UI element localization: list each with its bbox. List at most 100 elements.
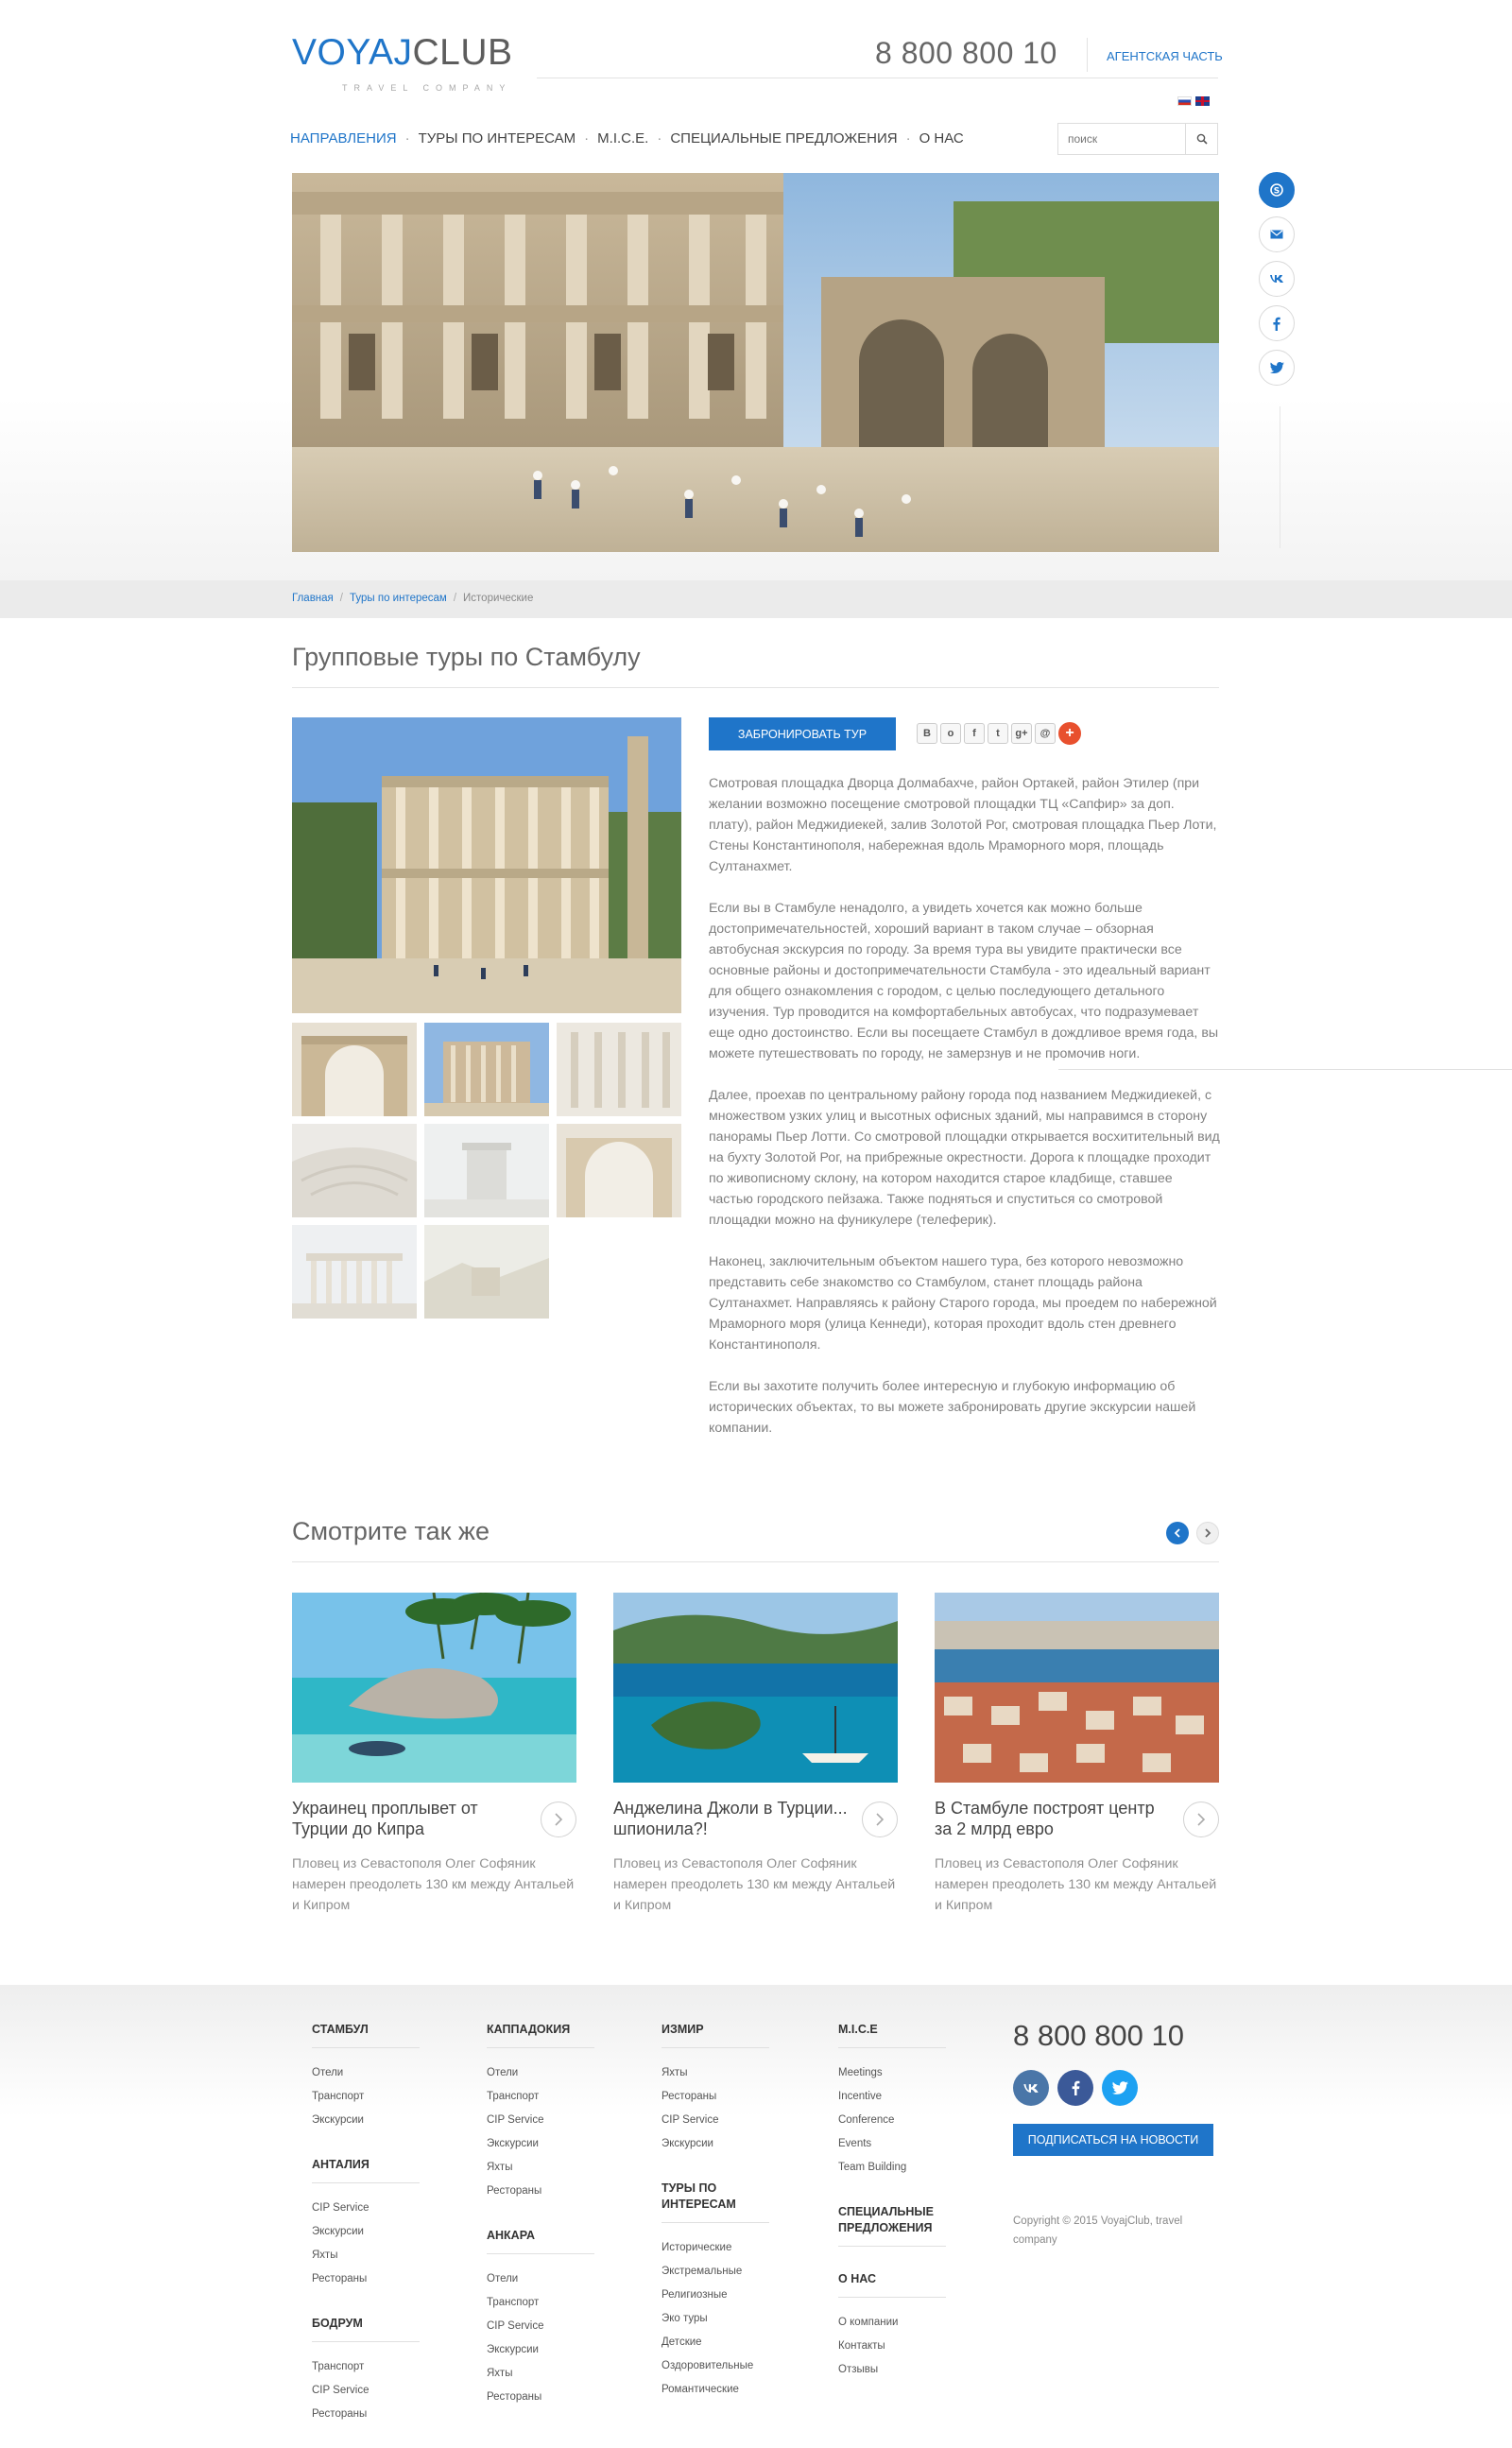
skype-icon[interactable]: S	[1259, 172, 1295, 208]
thumbnail[interactable]	[292, 1124, 417, 1217]
footer-link[interactable]: Транспорт	[487, 2085, 594, 2109]
news-more-button[interactable]	[862, 1802, 898, 1837]
footer-heading[interactable]: Измир	[662, 2022, 769, 2048]
footer-heading[interactable]: Стамбул	[312, 2022, 420, 2048]
news-image[interactable]	[292, 1593, 576, 1783]
footer-heading[interactable]: Бодрум	[312, 2316, 420, 2342]
footer-link[interactable]: Рестораны	[312, 2403, 420, 2426]
footer-link[interactable]: Meetings	[838, 2061, 946, 2085]
share-twitter-icon[interactable]: t	[988, 723, 1008, 744]
news-card[interactable]: В Стамбуле построят центр за 2 млрд евро…	[935, 1593, 1219, 1916]
footer-heading[interactable]: Каппадокия	[487, 2022, 594, 2048]
share-more-icon[interactable]: +	[1058, 722, 1081, 745]
thumbnail[interactable]	[424, 1023, 549, 1116]
footer-link[interactable]: Транспорт	[312, 2355, 420, 2379]
logo[interactable]: VOYAJCLUB TRAVEL COMPANY	[292, 34, 513, 94]
footer-link[interactable]: Conference	[838, 2109, 946, 2132]
footer-link[interactable]: Отели	[487, 2061, 594, 2085]
nav-item-directions[interactable]: Направления	[290, 130, 397, 147]
footer-link[interactable]: Экскурсии	[487, 2338, 594, 2362]
share-mail-icon[interactable]: @	[1035, 723, 1056, 744]
footer-link[interactable]: Транспорт	[312, 2085, 420, 2109]
breadcrumb-section[interactable]: Туры по интересам	[350, 593, 447, 604]
footer-link[interactable]: CIP Service	[487, 2315, 594, 2338]
footer-link[interactable]: Экскурсии	[487, 2132, 594, 2156]
thumbnail[interactable]	[557, 1023, 681, 1116]
news-image[interactable]	[613, 1593, 898, 1783]
thumbnail[interactable]	[557, 1124, 681, 1217]
footer-heading[interactable]: M.I.C.E	[838, 2022, 946, 2048]
footer-link[interactable]: Детские	[662, 2331, 769, 2354]
footer-link[interactable]: О компании	[838, 2311, 946, 2335]
nav-item-mice[interactable]: M.I.C.E.	[597, 130, 648, 147]
share-facebook-icon[interactable]: f	[964, 723, 985, 744]
footer-link[interactable]: Транспорт	[487, 2291, 594, 2315]
nav-item-interest-tours[interactable]: Туры по интересам	[419, 130, 576, 147]
footer-link[interactable]: Отели	[487, 2267, 594, 2291]
footer-heading[interactable]: Анкара	[487, 2228, 594, 2254]
subscribe-button[interactable]: Подписаться на новости	[1013, 2124, 1213, 2156]
footer-link[interactable]: CIP Service	[312, 2197, 420, 2220]
news-title[interactable]: Анджелина Джоли в Турции... шпионила?!	[613, 1798, 850, 1839]
footer-heading[interactable]: Анталия	[312, 2157, 420, 2183]
footer-link[interactable]: Религиозные	[662, 2284, 769, 2307]
footer-link[interactable]: Экскурсии	[662, 2132, 769, 2156]
footer-link[interactable]: Отзывы	[838, 2358, 946, 2382]
nav-item-special-offers[interactable]: Специальные предложения	[670, 130, 897, 147]
footer-link[interactable]: CIP Service	[312, 2379, 420, 2403]
vk-icon[interactable]	[1013, 2070, 1049, 2106]
footer-link[interactable]: Рестораны	[662, 2085, 769, 2109]
breadcrumb-home[interactable]: Главная	[292, 593, 334, 604]
footer-heading[interactable]: Туры по интересам	[662, 2181, 769, 2223]
footer-link[interactable]: Incentive	[838, 2085, 946, 2109]
footer-link[interactable]: Экскурсии	[312, 2109, 420, 2132]
mail-icon[interactable]	[1259, 216, 1295, 252]
footer-heading[interactable]: Специальные предложения	[838, 2204, 946, 2247]
thumbnail[interactable]	[424, 1225, 549, 1319]
twitter-icon[interactable]	[1259, 350, 1295, 386]
facebook-icon[interactable]	[1259, 305, 1295, 341]
footer-link[interactable]: Исторические	[662, 2236, 769, 2260]
footer-heading[interactable]: О нас	[838, 2271, 946, 2298]
footer-link[interactable]: Рестораны	[312, 2267, 420, 2291]
carousel-prev-button[interactable]	[1166, 1522, 1189, 1544]
footer-link[interactable]: Оздоровительные	[662, 2354, 769, 2378]
footer-link[interactable]: Рестораны	[487, 2386, 594, 2409]
footer-link[interactable]: CIP Service	[662, 2109, 769, 2132]
footer-link[interactable]: Отели	[312, 2061, 420, 2085]
footer-link[interactable]: Эко туры	[662, 2307, 769, 2331]
search-input[interactable]	[1058, 124, 1187, 154]
agent-link[interactable]: Агентская часть	[1107, 49, 1223, 63]
vk-icon[interactable]	[1259, 261, 1295, 297]
book-tour-button[interactable]: Забронировать тур	[709, 717, 896, 750]
nav-item-about[interactable]: О нас	[919, 130, 964, 147]
share-vk-icon[interactable]: В	[917, 723, 937, 744]
footer-link[interactable]: Яхты	[312, 2244, 420, 2267]
thumbnail[interactable]	[292, 1225, 417, 1319]
flag-en-icon[interactable]	[1195, 96, 1210, 106]
footer-link[interactable]: Экстремальные	[662, 2260, 769, 2284]
footer-link[interactable]: Яхты	[487, 2362, 594, 2386]
footer-link[interactable]: Контакты	[838, 2335, 946, 2358]
footer-link[interactable]: Экскурсии	[312, 2220, 420, 2244]
thumbnail[interactable]	[424, 1124, 549, 1217]
facebook-icon[interactable]	[1057, 2070, 1093, 2106]
main-photo[interactable]	[292, 717, 681, 1013]
search-button[interactable]	[1185, 124, 1217, 154]
footer-link[interactable]: CIP Service	[487, 2109, 594, 2132]
news-image[interactable]	[935, 1593, 1219, 1783]
footer-link[interactable]: Яхты	[662, 2061, 769, 2085]
share-odnoklassniki-icon[interactable]: о	[940, 723, 961, 744]
footer-link[interactable]: Events	[838, 2132, 946, 2156]
carousel-next-button[interactable]	[1196, 1522, 1219, 1544]
footer-link[interactable]: Романтические	[662, 2378, 769, 2402]
footer-link[interactable]: Рестораны	[487, 2180, 594, 2203]
news-more-button[interactable]	[541, 1802, 576, 1837]
share-google-plus-icon[interactable]: g+	[1011, 723, 1032, 744]
news-card[interactable]: Украинец проплывет от Турции до Кипра Пл…	[292, 1593, 576, 1916]
twitter-icon[interactable]	[1102, 2070, 1138, 2106]
flag-ru-icon[interactable]	[1177, 96, 1192, 106]
news-title[interactable]: В Стамбуле построят центр за 2 млрд евро	[935, 1798, 1171, 1839]
footer-link[interactable]: Team Building	[838, 2156, 946, 2180]
footer-link[interactable]: Яхты	[487, 2156, 594, 2180]
